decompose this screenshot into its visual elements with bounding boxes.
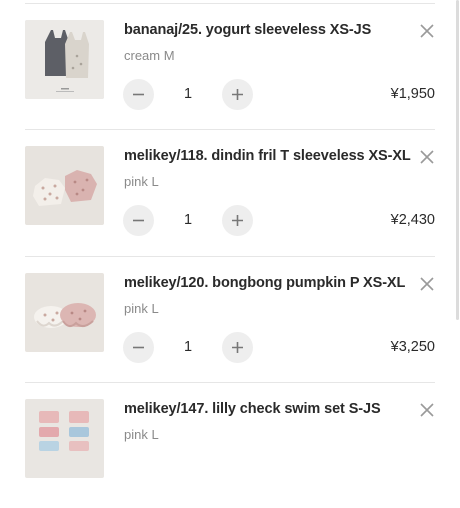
product-variant: pink L [124,174,159,189]
close-icon[interactable] [418,275,436,293]
cart-item: melikey/120. bongbong pumpkin P XS-XL pi… [0,256,460,382]
product-thumbnail[interactable] [25,273,104,352]
quantity-value: 1 [183,212,193,228]
product-title[interactable]: melikey/120. bongbong pumpkin P XS-XL [124,275,405,291]
product-title[interactable]: melikey/118. dindin fril T sleeveless XS… [124,148,411,164]
item-divider [25,256,435,257]
close-icon[interactable] [418,401,436,419]
product-title[interactable]: melikey/147. lilly check swim set S-JS [124,401,381,417]
close-icon[interactable] [418,148,436,166]
minus-icon [133,346,144,349]
minus-icon [133,93,144,96]
minus-icon [133,219,144,222]
item-price: ¥3,250 [390,339,435,355]
decrement-button[interactable] [123,79,154,110]
product-thumbnail[interactable] [25,399,104,478]
cart-item: melikey/118. dindin fril T sleeveless XS… [0,129,460,255]
quantity-value: 1 [183,339,193,355]
cart-item: melikey/147. lilly check swim set S-JS p… [0,382,460,508]
increment-button[interactable] [222,79,253,110]
quantity-value: 1 [183,86,193,102]
cart-item: bananaj/25. yogurt sleeveless XS-JS crea… [0,3,460,129]
scrollbar[interactable] [456,0,459,320]
increment-button[interactable] [222,332,253,363]
product-thumbnail[interactable] [25,146,104,225]
product-thumbnail[interactable] [25,20,104,99]
product-variant: pink L [124,427,159,442]
product-variant: pink L [124,301,159,316]
increment-button[interactable] [222,205,253,236]
product-title[interactable]: bananaj/25. yogurt sleeveless XS-JS [124,22,371,38]
item-divider [25,3,435,4]
item-divider [25,129,435,130]
decrement-button[interactable] [123,332,154,363]
product-variant: cream M [124,48,175,63]
plus-icon [232,342,243,353]
close-icon[interactable] [418,22,436,40]
item-price: ¥2,430 [390,212,435,228]
item-price: ¥1,950 [390,86,435,102]
plus-icon [232,89,243,100]
plus-icon [232,215,243,226]
decrement-button[interactable] [123,205,154,236]
item-divider [25,382,435,383]
